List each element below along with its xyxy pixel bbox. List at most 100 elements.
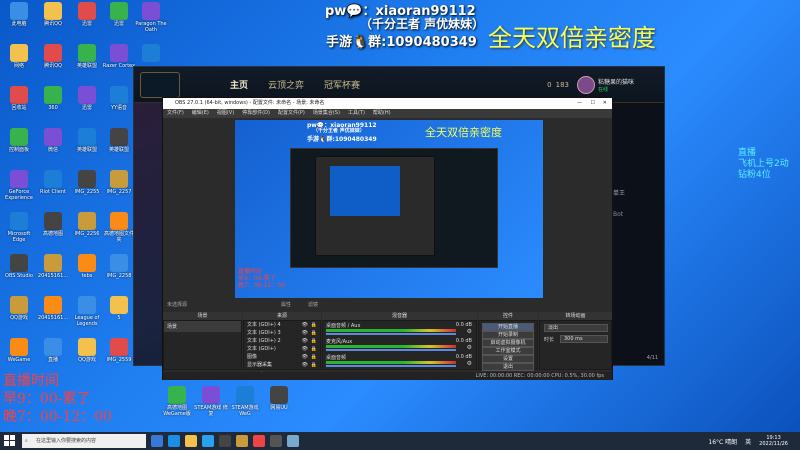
desktop-icon-col4-4[interactable]: IMG_2257	[102, 170, 136, 195]
lol-taskbar-icon[interactable]	[236, 435, 248, 447]
desktop-icon-col1-8[interactable]: WeGame	[2, 338, 36, 363]
visibility-icon[interactable]: 👁	[302, 337, 308, 345]
desktop-icon-col1-1[interactable]: 网络	[2, 44, 36, 69]
desktop-icon-col5-0[interactable]: Paragon The Oath	[134, 2, 168, 33]
desktop-icon-bottom-0[interactable]: 高德地图 WeGame版	[160, 386, 194, 417]
desktop-icon-col2-7[interactable]: 20415161...	[36, 296, 70, 321]
desktop-icon-col3-3[interactable]: 英雄联盟	[70, 128, 104, 153]
desktop-icon-col4-5[interactable]: 高德地图文件夹	[102, 212, 136, 243]
control-button-3[interactable]: 工作室模式	[482, 347, 534, 355]
desktop-icon-col3-7[interactable]: League of Legends	[70, 296, 104, 327]
maximize-icon[interactable]: ☐	[591, 98, 595, 109]
desktop-icon-col3-1[interactable]: 英雄联盟	[70, 44, 104, 69]
avatar[interactable]	[576, 75, 595, 94]
desktop-icon-col3-2[interactable]: 迅雷	[70, 86, 104, 111]
lock-icon[interactable]: 🔒	[311, 329, 317, 337]
visibility-icon[interactable]: 👁	[302, 321, 308, 329]
obs-taskbar-icon[interactable]	[219, 435, 231, 447]
volume-slider[interactable]	[326, 365, 456, 367]
obs-menu-item[interactable]: 场景集合(S)	[313, 109, 340, 118]
desktop-icon-col2-4[interactable]: Riot Client	[36, 170, 70, 195]
volume-slider[interactable]	[326, 333, 456, 335]
desktop-icon-col3-0[interactable]: 迅雷	[70, 2, 104, 27]
qq-icon[interactable]	[202, 435, 214, 447]
control-button-1[interactable]: 开始录制	[482, 331, 534, 339]
desktop-icon-col4-6[interactable]: IMG_2258	[102, 254, 136, 279]
obs-menu-item[interactable]: 文件(F)	[167, 109, 184, 118]
desktop-icon-col1-4[interactable]: GeForce Experience	[2, 170, 36, 201]
search-input[interactable]: ⌕ 在这里输入你要搜索的内容	[22, 434, 146, 448]
desktop-icon-col2-0[interactable]: 腾讯QQ	[36, 2, 70, 27]
scene-item[interactable]: 场景	[164, 321, 241, 332]
obs-menu-item[interactable]: 配置文件(P)	[278, 109, 305, 118]
desktop-icon-col2-3[interactable]: 微信	[36, 128, 70, 153]
visibility-icon[interactable]: 👁	[302, 345, 308, 353]
desktop-icon-col4-2[interactable]: YY语音	[102, 86, 136, 111]
volume-slider[interactable]	[326, 349, 456, 351]
gear-icon[interactable]: ⚙	[467, 360, 472, 367]
visibility-icon[interactable]: 👁	[302, 361, 308, 369]
transition-select[interactable]: 淡出	[544, 324, 608, 332]
lock-icon[interactable]: 🔒	[311, 321, 317, 329]
app2-taskbar-icon[interactable]	[270, 435, 282, 447]
desktop-icon-col1-7[interactable]: QQ游戏	[2, 296, 36, 321]
desktop-icon-bottom-2[interactable]: STEAM游戏 WeG	[228, 386, 262, 417]
task-view-icon[interactable]	[151, 435, 163, 447]
minimize-icon[interactable]: —	[577, 98, 582, 109]
obs-menu-item[interactable]: 编辑(E)	[192, 109, 209, 118]
lol-tab-clash[interactable]: 冠军杯赛	[314, 78, 370, 91]
visibility-icon[interactable]: 👁	[302, 329, 308, 337]
desktop-icon-col3-5[interactable]: IMG_2256	[70, 212, 104, 237]
desktop-icon-col4-0[interactable]: 迅雷	[102, 2, 136, 27]
desktop-icon-col4-7[interactable]: 5	[102, 296, 136, 321]
lock-icon[interactable]: 🔒	[311, 345, 317, 353]
gear-icon[interactable]: ⚙	[467, 344, 472, 351]
control-button-5[interactable]: 退出	[482, 363, 534, 371]
source-item[interactable]: 文本 (GDI+) 4 👁 🔒	[244, 321, 320, 329]
obs-menu-item[interactable]: 工具(T)	[348, 109, 365, 118]
desktop-icon-col2-8[interactable]: 直播	[36, 338, 70, 363]
close-icon[interactable]: ✕	[603, 98, 607, 109]
source-item[interactable]: 图像 👁 🔒	[244, 353, 320, 361]
desktop-icon-col4-8[interactable]: IMG_2559	[102, 338, 136, 363]
edge-icon[interactable]	[168, 435, 180, 447]
duration-input[interactable]: 300 ms	[560, 335, 608, 343]
clock[interactable]: 19:13 2022/11/26	[759, 435, 788, 447]
desktop-icon-col2-6[interactable]: 20415161...	[36, 254, 70, 279]
file-explorer-icon[interactable]	[185, 435, 197, 447]
desktop-icon-col4-3[interactable]: 英雄联盟	[102, 128, 136, 153]
app3-taskbar-icon[interactable]	[287, 435, 299, 447]
control-button-4[interactable]: 设置	[482, 355, 534, 363]
source-item[interactable]: 显示器采集 👁 🔒	[244, 361, 320, 369]
source-item[interactable]: 文本 (GDI+) 3 👁 🔒	[244, 329, 320, 337]
lol-tab-tft[interactable]: 云顶之弈	[258, 78, 314, 91]
desktop-icon-col2-1[interactable]: 腾讯QQ	[36, 44, 70, 69]
visibility-icon[interactable]: 👁	[302, 353, 308, 361]
desktop-icon-col2-2[interactable]: 360	[36, 86, 70, 111]
lol-tab-home[interactable]: 主页	[220, 78, 258, 91]
obs-preview[interactable]: pw💬：xiaoran99112 （千分王者 声优妹妹） 手游🐧群:109048…	[235, 120, 543, 298]
gear-icon[interactable]: ⚙	[467, 328, 472, 335]
control-button-2[interactable]: 启动虚拟摄像机	[482, 339, 534, 347]
language-indicator[interactable]: 英	[745, 437, 751, 446]
desktop-icon-bottom-3[interactable]: 网易UU	[262, 386, 296, 411]
app-taskbar-icon[interactable]	[253, 435, 265, 447]
windows-start-icon[interactable]	[4, 435, 16, 447]
obs-menu-item[interactable]: 停靠部件(D)	[242, 109, 270, 118]
properties-button[interactable]: 属性	[281, 301, 291, 308]
obs-menu-item[interactable]: 视图(V)	[217, 109, 234, 118]
control-button-0[interactable]: 开始直播	[482, 323, 534, 331]
desktop-icon-col3-8[interactable]: QQ游戏	[70, 338, 104, 363]
lock-icon[interactable]: 🔒	[311, 337, 317, 345]
desktop-icon-col3-4[interactable]: IMG_2255	[70, 170, 104, 195]
filters-button[interactable]: 滤镜	[308, 301, 318, 308]
desktop-icon-col3-6[interactable]: tebs	[70, 254, 104, 279]
desktop-icon-col1-0[interactable]: 此电脑	[2, 2, 36, 27]
desktop-icon-col1-6[interactable]: OBS Studio	[2, 254, 36, 279]
lock-icon[interactable]: 🔒	[311, 353, 317, 361]
source-item[interactable]: 文本 (GDI+) 2 👁 🔒	[244, 337, 320, 345]
desktop-icon-col1-2[interactable]: 回收站	[2, 86, 36, 111]
source-item[interactable]: 文本 (GDI+) 👁 🔒	[244, 345, 320, 353]
lock-icon[interactable]: 🔒	[311, 361, 317, 369]
desktop-icon-col4-1[interactable]: Razer Cortex	[102, 44, 136, 69]
